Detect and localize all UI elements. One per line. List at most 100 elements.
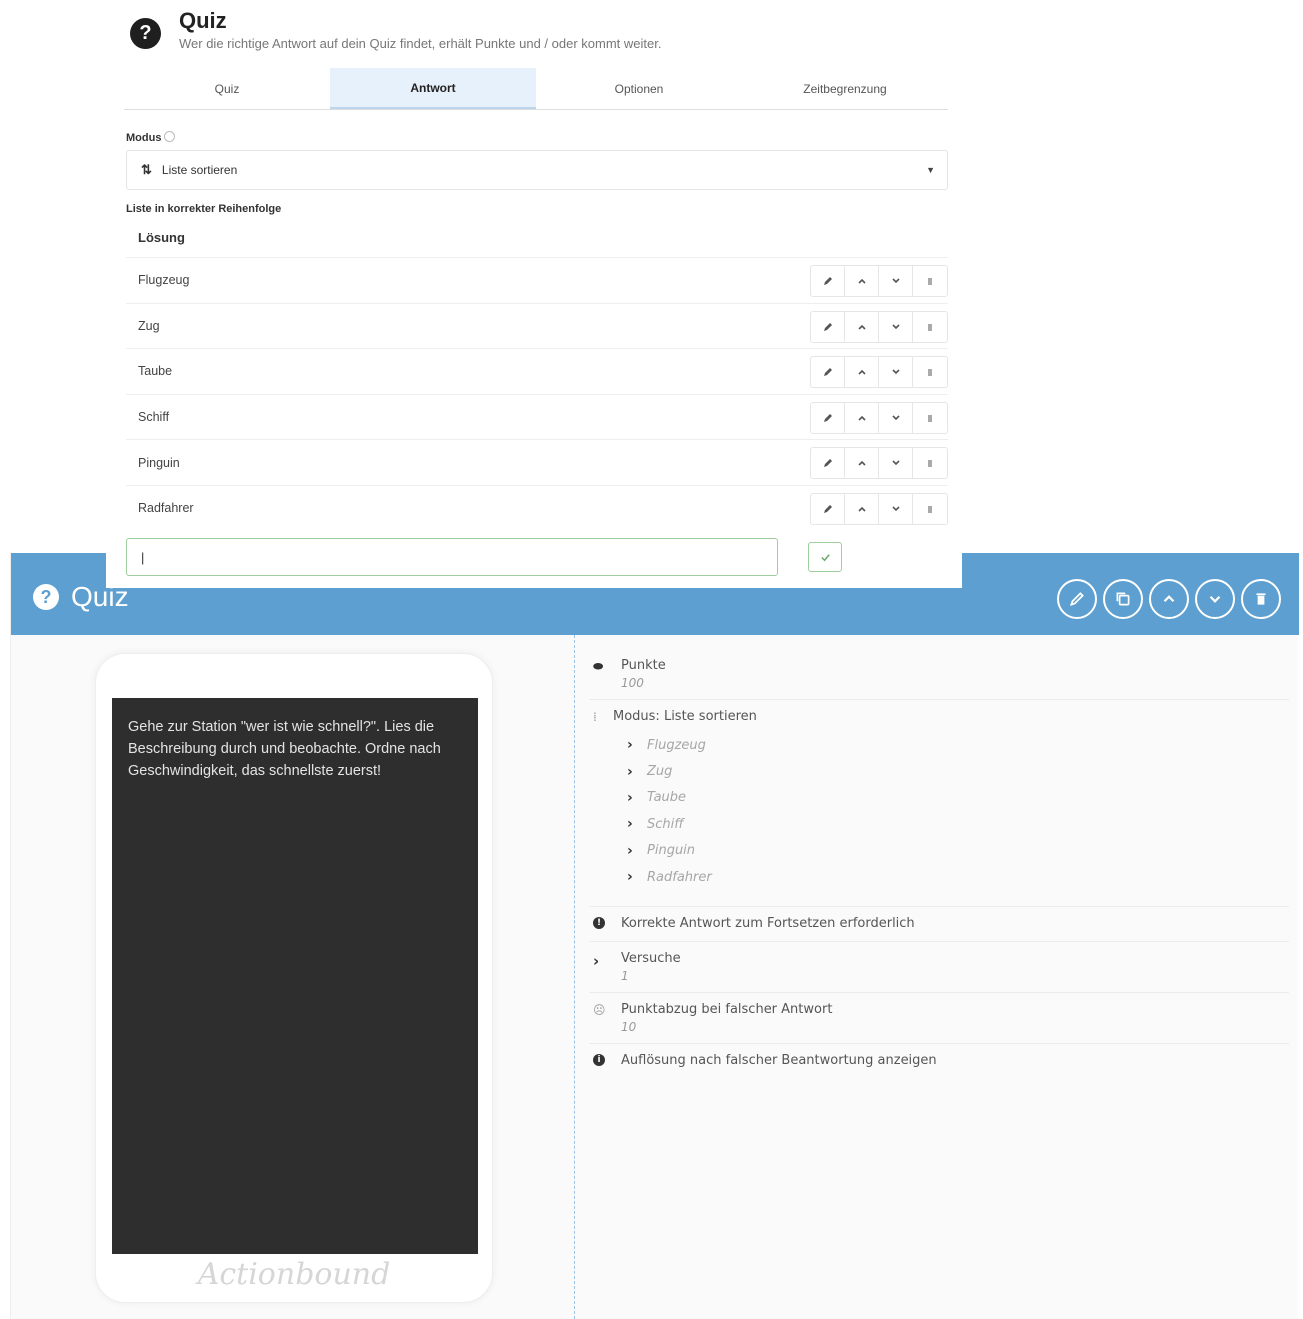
pencil-icon	[1069, 592, 1084, 607]
tab-quiz[interactable]: Quiz	[124, 68, 330, 109]
sort-icon: ⁞	[593, 710, 597, 724]
tab-antwort[interactable]: Antwort	[330, 68, 536, 109]
table-row: Radfahrer	[126, 484, 948, 531]
delete-row-button[interactable]	[913, 403, 947, 433]
move-row-up-button[interactable]	[845, 448, 879, 479]
row-text: Zug	[138, 318, 160, 333]
move-row-up-button[interactable]	[845, 402, 879, 433]
mode-label-group: Modus	[126, 131, 176, 144]
move-down-button[interactable]	[1195, 579, 1235, 619]
move-row-down-button[interactable]	[879, 357, 913, 388]
edit-row-button[interactable]	[811, 311, 845, 342]
chevron-right-icon: ›	[627, 737, 633, 754]
chevron-up-icon	[857, 370, 866, 375]
trash-icon	[928, 369, 932, 377]
move-row-up-button[interactable]	[845, 311, 879, 342]
move-row-down-button[interactable]	[879, 311, 913, 342]
chevron-down-icon	[891, 506, 900, 512]
trash-icon	[928, 278, 932, 285]
chevron-up-icon	[1163, 595, 1175, 603]
row-text: Flugzeug	[138, 273, 190, 288]
tab-zeitbegrenzung[interactable]: Zeitbegrenzung	[742, 68, 948, 109]
list-item: › Flugzeug	[627, 737, 706, 754]
row-actions	[810, 492, 948, 525]
editor-subtitle: Wer die richtige Antwort auf dein Quiz f…	[179, 36, 662, 51]
row-actions	[810, 401, 948, 434]
chevron-right-icon: ›	[627, 842, 633, 859]
delete-row-button[interactable]	[913, 266, 947, 296]
chevron-right-icon: ›	[627, 763, 633, 780]
chevron-up-icon	[857, 506, 866, 512]
chevron-up-icon	[857, 278, 866, 284]
info-icon[interactable]	[164, 131, 176, 142]
delete-row-button[interactable]	[913, 448, 947, 478]
sort-icon: ⇅	[141, 162, 152, 177]
question-icon: ?	[33, 584, 59, 610]
element-details: ⬬ Punkte 100 ⁞ Modus: Liste sortieren › F…	[589, 649, 1289, 1078]
required-row: ! Korrekte Antwort zum Fortsetzen erford…	[589, 907, 1289, 943]
required-text: Korrekte Antwort zum Fortsetzen erforder…	[621, 916, 915, 932]
edit-row-button[interactable]	[811, 448, 845, 479]
row-actions	[810, 265, 948, 297]
mode-select[interactable]: ⇅ Liste sortieren ▼	[126, 150, 948, 190]
move-row-up-button[interactable]	[845, 357, 879, 388]
table-row: Pinguin	[126, 439, 948, 485]
move-up-button[interactable]	[1149, 579, 1189, 619]
row-text: Pinguin	[138, 455, 180, 470]
penalty-row: ☹ Punktabzug bei falscher Antwort 10	[589, 993, 1289, 1045]
solution-column-header: Lösung	[138, 230, 185, 245]
attempts-value: 1	[621, 969, 629, 984]
column-divider	[574, 635, 575, 1319]
show-solution-row: i Auflösung nach falscher Beantwortung a…	[589, 1044, 1289, 1078]
chevron-right-icon: ›	[627, 789, 633, 806]
list-item: › Pinguin	[627, 842, 696, 859]
editor-title: Quiz	[179, 8, 227, 33]
chevron-right-icon: ›	[627, 816, 633, 833]
delete-row-button[interactable]	[913, 494, 947, 524]
list-item: › Zug	[627, 763, 673, 780]
edit-row-button[interactable]	[811, 266, 845, 296]
mode-select-value: Liste sortieren	[161, 163, 238, 177]
delete-row-button[interactable]	[913, 312, 947, 342]
chevron-down-icon	[891, 369, 900, 375]
attempts-row: › Versuche 1	[589, 942, 1289, 994]
move-row-up-button[interactable]	[845, 266, 879, 296]
edit-button[interactable]	[1057, 579, 1097, 619]
move-row-down-button[interactable]	[879, 448, 913, 479]
pencil-icon	[823, 504, 832, 513]
move-row-up-button[interactable]	[845, 493, 879, 524]
table-row: Zug	[126, 302, 948, 349]
penalty-value: 10	[621, 1020, 637, 1035]
quiz-editor: ? Quiz Wer die richtige Antwort auf dein…	[106, 0, 962, 588]
row-text: Schiff	[138, 410, 170, 425]
delete-button[interactable]	[1241, 579, 1281, 619]
duplicate-button[interactable]	[1103, 579, 1143, 619]
row-actions	[810, 310, 948, 343]
list-item: › Schiff	[627, 816, 684, 833]
move-row-down-button[interactable]	[879, 493, 913, 524]
confirm-entry-button[interactable]	[808, 542, 842, 572]
edit-row-button[interactable]	[811, 493, 845, 524]
new-entry-input[interactable]	[126, 538, 778, 576]
phone-preview: Gehe zur Station "wer ist wie schnell?".…	[95, 653, 493, 1303]
move-row-down-button[interactable]	[879, 402, 913, 433]
chevron-up-icon	[857, 415, 866, 421]
delete-row-button[interactable]	[913, 357, 947, 387]
trash-icon	[1256, 593, 1266, 605]
edit-row-button[interactable]	[811, 402, 845, 433]
points-label: Punkte	[621, 658, 666, 673]
edit-row-button[interactable]	[811, 357, 845, 388]
coin-icon: ⬬	[593, 659, 604, 673]
move-row-down-button[interactable]	[879, 266, 913, 296]
chevron-down-icon	[891, 415, 900, 420]
header-actions	[1057, 579, 1281, 619]
penalty-label: Punktabzug bei falscher Antwort	[621, 1002, 833, 1018]
quiz-element-panel: ? Quiz Gehe zur Station "wer ist wie sch…	[10, 553, 1299, 1319]
mode-label: Modus	[126, 132, 162, 144]
table-row: Flugzeug	[126, 257, 948, 303]
show-solution-text: Auflösung nach falscher Beantwortung anz…	[621, 1053, 937, 1069]
chevron-up-icon	[857, 324, 866, 330]
tab-optionen[interactable]: Optionen	[536, 68, 742, 109]
pencil-icon	[823, 413, 832, 422]
mode-text: Modus: Liste sortieren	[613, 709, 757, 724]
